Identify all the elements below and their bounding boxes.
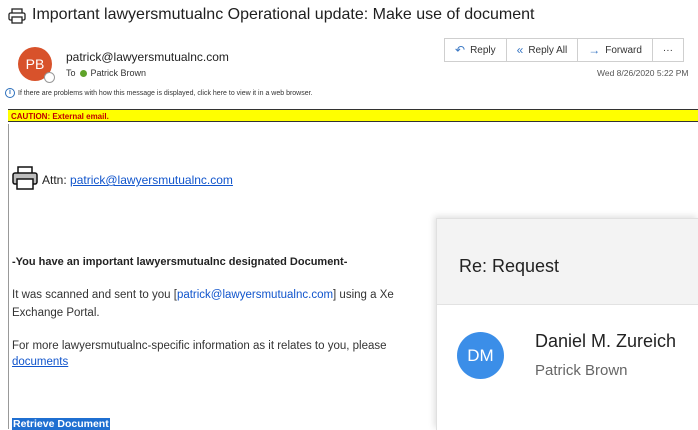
card-recipient: Patrick Brown <box>535 362 628 379</box>
scanned-address: patrick@lawyersmutualnc.com <box>176 289 334 301</box>
to-label: To <box>66 68 76 78</box>
reply-button[interactable]: ↶ Reply <box>445 39 507 61</box>
card-sender: Daniel M. Zureich <box>535 331 677 351</box>
scanned-post: ] using a Xe <box>333 289 394 301</box>
email-subject: Important lawyersmutualnc Operational up… <box>32 6 535 23</box>
to-line: To Patrick Brown <box>66 68 146 78</box>
printer-icon[interactable] <box>8 8 26 24</box>
printer-icon <box>12 166 38 190</box>
scanned-text: It was scanned and sent to you [patrick@… <box>12 289 394 301</box>
presence-icon <box>79 69 87 77</box>
reply-all-icon: « <box>516 43 524 57</box>
overlay-email-card: Re: Request DM Daniel M. Zureich Patrick… <box>436 218 698 430</box>
more-info-text: For more lawyersmutualnc-specific inform… <box>12 340 387 352</box>
info-bar-text: If there are problems with how this mess… <box>18 89 313 97</box>
exchange-text: Exchange Portal. <box>12 307 100 319</box>
action-toolbar: ↶ Reply « Reply All → Forward ··· <box>444 38 684 62</box>
caution-banner: CAUTION: External email. <box>8 109 698 122</box>
reply-all-label: Reply All <box>528 44 568 56</box>
documents-link[interactable]: documents <box>12 356 68 368</box>
forward-label: Forward <box>605 44 642 56</box>
retrieve-document-button[interactable]: Retrieve Document <box>12 418 110 430</box>
recipient-name[interactable]: Patrick Brown <box>91 68 147 78</box>
sender-address[interactable]: patrick@lawyersmutualnc.com <box>66 50 229 64</box>
avatar-status-dot <box>44 72 55 83</box>
card-avatar[interactable]: DM <box>457 332 504 379</box>
attn-label: Attn: <box>42 173 67 187</box>
attn-line: Attn: patrick@lawyersmutualnc.com <box>42 173 233 187</box>
email-date: Wed 8/26/2020 5:22 PM <box>597 68 689 78</box>
forward-button[interactable]: → Forward <box>578 39 653 61</box>
important-heading: -You have an important lawyersmutualnc d… <box>12 256 348 268</box>
reply-label: Reply <box>470 44 496 56</box>
scanned-pre: It was scanned and sent to you [ <box>12 289 177 301</box>
reply-icon: ↶ <box>455 43 466 57</box>
forward-icon: → <box>588 43 601 57</box>
more-label: ··· <box>662 44 673 56</box>
subject-row: Important lawyersmutualnc Operational up… <box>0 0 698 34</box>
card-header: Re: Request <box>437 219 698 305</box>
attn-email-link[interactable]: patrick@lawyersmutualnc.com <box>70 173 233 187</box>
info-icon: i <box>5 88 15 98</box>
reply-all-button[interactable]: « Reply All <box>507 39 579 61</box>
card-subject: Re: Request <box>459 256 560 276</box>
display-info-bar[interactable]: i If there are problems with how this me… <box>5 88 313 98</box>
more-actions-button[interactable]: ··· <box>653 39 683 61</box>
